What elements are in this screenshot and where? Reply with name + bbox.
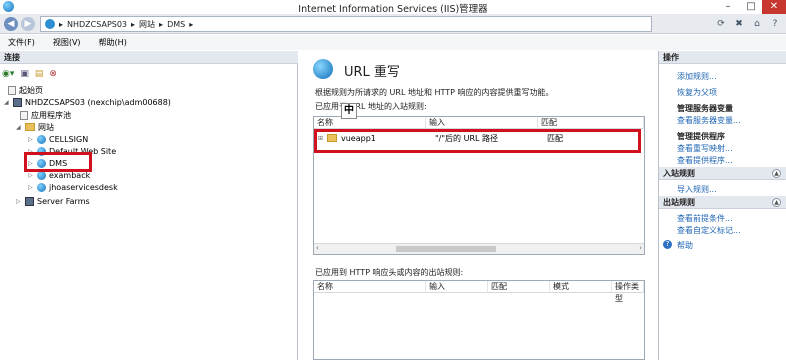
expand-icon[interactable]: ▷: [28, 172, 34, 179]
feature-pane: URL 重写 根据规则为所请求的 URL 地址和 HTTP 响应的内容提供重写功…: [299, 51, 657, 360]
address-bar[interactable]: ▸ NHDZCSAPS03 ▸ 网站 ▸ DMS ▸: [40, 16, 652, 32]
tree-item-server-farms[interactable]: ▷ Server Farms: [16, 195, 90, 207]
highlight-box: [314, 129, 641, 153]
import-rules-link[interactable]: 导入规则...: [677, 184, 717, 195]
collapse-icon[interactable]: ▲: [772, 169, 781, 178]
close-button[interactable]: ✕: [762, 0, 786, 14]
connections-toolbar: ◉▾ ▣ ▤ ⊗: [2, 67, 57, 81]
breadcrumb-sites[interactable]: 网站: [139, 19, 155, 30]
toolbar-refresh-icon[interactable]: ⟳: [714, 17, 728, 31]
view-server-variables-link[interactable]: 查看服务器变量...: [677, 115, 741, 126]
page-title: URL 重写: [344, 65, 400, 80]
collapse-icon[interactable]: ◢: [16, 124, 22, 131]
connections-header: 连接: [0, 51, 298, 64]
window-title: Internet Information Services (IIS)管理器: [298, 4, 488, 15]
horizontal-scrollbar[interactable]: ‹ ›: [314, 243, 644, 254]
expand-icon[interactable]: ▷: [28, 184, 34, 191]
column-header-input[interactable]: 输入: [426, 117, 538, 129]
breadcrumb-separator: ▸: [189, 19, 194, 29]
menu-bar: 文件(F) 视图(V) 帮助(H): [0, 35, 786, 50]
sites-folder-icon: [25, 123, 35, 131]
tree-item-start-page[interactable]: 起始页: [8, 84, 43, 96]
up-folder-icon[interactable]: ▤: [35, 69, 44, 79]
save-icon[interactable]: ▣: [20, 69, 29, 79]
revert-to-parent-link[interactable]: 恢复为父项: [677, 87, 717, 98]
column-header-name[interactable]: 名称: [314, 117, 426, 129]
title-bar: Internet Information Services (IIS)管理器 –…: [0, 0, 786, 15]
collapse-icon[interactable]: ▲: [772, 198, 781, 207]
actions-header: 操作: [659, 51, 786, 64]
globe-icon: [37, 134, 46, 144]
toolbar-stop-icon[interactable]: ✖: [732, 17, 746, 31]
outbound-rules-header: 出站规则 ▲: [659, 196, 786, 209]
view-rewrite-maps-link[interactable]: 查看重写映射...: [677, 143, 733, 154]
outbound-rules-label: 已应用到 HTTP 响应头或内容的出站规则:: [315, 268, 464, 277]
ime-indicator: 中: [341, 103, 357, 119]
breadcrumb-dms[interactable]: DMS: [167, 20, 185, 29]
breadcrumb-server[interactable]: NHDZCSAPS03: [67, 20, 127, 29]
column-header-name[interactable]: 名称: [314, 281, 426, 293]
column-header-match[interactable]: 匹配: [488, 281, 550, 293]
tree-item-sites[interactable]: ◢ 网站: [16, 121, 54, 133]
view-custom-tags-link[interactable]: 查看自定义标记...: [677, 225, 741, 236]
tree-item-app-pools[interactable]: 应用程序池: [20, 109, 71, 121]
toolbar-home-icon[interactable]: ⌂: [750, 17, 764, 31]
manage-server-variables-title: 管理服务器变量: [677, 104, 733, 113]
expand-icon[interactable]: ▷: [28, 136, 34, 143]
manage-providers-title: 管理提供程序: [677, 132, 725, 141]
help-icon: ?: [663, 240, 672, 249]
start-page-icon: [8, 85, 16, 95]
disconnect-icon[interactable]: ⊗: [49, 69, 57, 79]
back-button[interactable]: ◀: [4, 17, 18, 31]
url-rewrite-icon: [313, 59, 333, 79]
inbound-grid-header: 名称 输入 匹配: [314, 117, 644, 129]
tree-item-server[interactable]: ◢ NHDZCSAPS03 (nexchip\adm00688): [4, 96, 171, 108]
column-header-pattern[interactable]: 模式: [550, 281, 612, 293]
menu-help[interactable]: 帮助(H): [99, 37, 127, 48]
help-link[interactable]: 帮助: [677, 240, 693, 251]
view-preconditions-link[interactable]: 查看前提条件...: [677, 213, 733, 224]
actions-pane: 操作 添加规则... 恢复为父项 管理服务器变量 查看服务器变量... 管理提供…: [658, 51, 786, 360]
highlight-box: [24, 152, 92, 172]
menu-view[interactable]: 视图(V): [53, 37, 81, 48]
maximize-button[interactable]: □: [739, 0, 763, 14]
scrollbar-thumb[interactable]: [396, 246, 496, 252]
breadcrumb-separator: ▸: [159, 19, 164, 29]
outbound-grid-header: 名称 输入 匹配 模式 操作类型: [314, 281, 644, 303]
inbound-rules-header: 入站规则 ▲: [659, 167, 786, 180]
globe-icon: [37, 182, 46, 192]
outbound-rules-grid[interactable]: 名称 输入 匹配 模式 操作类型: [313, 280, 645, 360]
menu-file[interactable]: 文件(F): [8, 37, 35, 48]
column-header-action-type[interactable]: 操作类型: [612, 281, 644, 303]
minimize-button[interactable]: –: [716, 0, 740, 14]
view-providers-link[interactable]: 查看提供程序...: [677, 155, 733, 166]
inbound-rules-label: 已应用于 URL 地址的入站规则:: [315, 102, 427, 111]
add-rule-link[interactable]: 添加规则...: [677, 71, 717, 82]
tree-item-jhoaservicesdesk[interactable]: ▷ jhoaservicesdesk: [28, 181, 118, 193]
server-icon: [13, 97, 22, 107]
connections-pane: 连接 ◉▾ ▣ ▤ ⊗ 起始页 ◢ NHDZCSAPS03 (nexchip\a…: [0, 51, 298, 360]
scroll-left-icon[interactable]: ‹: [316, 244, 319, 252]
feature-description: 根据规则为所请求的 URL 地址和 HTTP 响应的内容提供重写功能。: [315, 88, 554, 97]
server-farms-icon: [25, 196, 34, 206]
toolbar-help-icon[interactable]: ?: [768, 17, 782, 31]
collapse-icon[interactable]: ◢: [4, 99, 10, 106]
tree-item-cellsign[interactable]: ▷ CELLSIGN: [28, 133, 88, 145]
scroll-right-icon[interactable]: ›: [639, 244, 642, 252]
address-toolbar: ◀ ▶ ▸ NHDZCSAPS03 ▸ 网站 ▸ DMS ▸ ⟳ ✖ ⌂ ?: [0, 14, 786, 34]
column-header-input[interactable]: 输入: [426, 281, 488, 293]
expand-icon[interactable]: ▷: [16, 198, 22, 205]
app-pool-icon: [20, 110, 28, 120]
forward-button[interactable]: ▶: [21, 17, 35, 31]
breadcrumb-separator: ▸: [131, 19, 136, 29]
globe-icon: [45, 19, 55, 29]
breadcrumb-arrow-icon: ▸: [59, 19, 64, 29]
column-header-match[interactable]: 匹配: [538, 117, 644, 129]
connect-icon[interactable]: ◉▾: [2, 69, 14, 79]
